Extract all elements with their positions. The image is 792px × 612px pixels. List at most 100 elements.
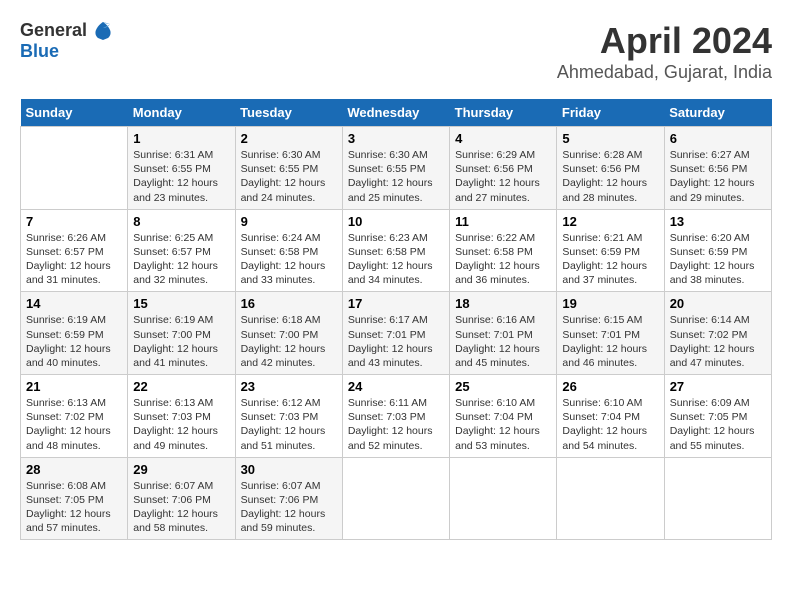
day-cell: 9 Sunrise: 6:24 AMSunset: 6:58 PMDaylight… xyxy=(235,209,342,292)
day-cell xyxy=(557,457,664,540)
day-cell: 16Sunrise: 6:18 AMSunset: 7:00 PMDayligh… xyxy=(235,292,342,375)
day-number: 30 xyxy=(241,462,337,477)
header-cell-sunday: Sunday xyxy=(21,99,128,127)
day-number: 17 xyxy=(348,296,444,311)
day-details: Sunrise: 6:29 AMSunset: 6:56 PMDaylight:… xyxy=(455,148,551,205)
day-number: 24 xyxy=(348,379,444,394)
day-number: 4 xyxy=(455,131,551,146)
day-details: Sunrise: 6:27 AMSunset: 6:56 PMDaylight:… xyxy=(670,148,766,205)
day-cell: 22 Sunrise: 6:13 AMSunset: 7:03 PMDayligh… xyxy=(128,375,235,458)
day-details: Sunrise: 6:20 AMSunset: 6:59 PMDaylight:… xyxy=(670,231,766,288)
day-number: 14 xyxy=(26,296,122,311)
day-number: 9 xyxy=(241,214,337,229)
calendar-table: SundayMondayTuesdayWednesdayThursdayFrid… xyxy=(20,99,772,540)
day-cell: 18 Sunrise: 6:16 AMSunset: 7:01 PMDayligh… xyxy=(450,292,557,375)
day-details: Sunrise: 6:21 AMSunset: 6:59 PMDaylight:… xyxy=(562,231,658,288)
logo-text: General Blue xyxy=(20,20,112,62)
day-details: Sunrise: 6:24 AMSunset: 6:58 PMDaylight:… xyxy=(241,231,337,288)
day-cell: 11 Sunrise: 6:22 AMSunset: 6:58 PMDayligh… xyxy=(450,209,557,292)
day-number: 1 xyxy=(133,131,229,146)
day-cell xyxy=(664,457,771,540)
day-number: 5 xyxy=(562,131,658,146)
day-number: 25 xyxy=(455,379,551,394)
day-details: Sunrise: 6:13 AMSunset: 7:02 PMDaylight:… xyxy=(26,396,122,453)
day-number: 21 xyxy=(26,379,122,394)
day-number: 23 xyxy=(241,379,337,394)
day-details: Sunrise: 6:19 AMSunset: 7:00 PMDaylight:… xyxy=(133,313,229,370)
day-cell xyxy=(450,457,557,540)
header-cell-saturday: Saturday xyxy=(664,99,771,127)
day-details: Sunrise: 6:17 AMSunset: 7:01 PMDaylight:… xyxy=(348,313,444,370)
day-details: Sunrise: 6:28 AMSunset: 6:56 PMDaylight:… xyxy=(562,148,658,205)
day-number: 20 xyxy=(670,296,766,311)
main-title: April 2024 xyxy=(557,20,772,62)
header-cell-friday: Friday xyxy=(557,99,664,127)
day-number: 3 xyxy=(348,131,444,146)
day-cell: 4 Sunrise: 6:29 AMSunset: 6:56 PMDaylight… xyxy=(450,127,557,210)
day-number: 13 xyxy=(670,214,766,229)
day-details: Sunrise: 6:07 AMSunset: 7:06 PMDaylight:… xyxy=(241,479,337,536)
day-cell: 29 Sunrise: 6:07 AMSunset: 7:06 PMDayligh… xyxy=(128,457,235,540)
logo: General Blue xyxy=(20,20,112,62)
day-number: 18 xyxy=(455,296,551,311)
header-row: SundayMondayTuesdayWednesdayThursdayFrid… xyxy=(21,99,772,127)
day-details: Sunrise: 6:08 AMSunset: 7:05 PMDaylight:… xyxy=(26,479,122,536)
logo-line1: General xyxy=(20,20,112,42)
day-details: Sunrise: 6:07 AMSunset: 7:06 PMDaylight:… xyxy=(133,479,229,536)
day-cell: 7 Sunrise: 6:26 AMSunset: 6:57 PMDaylight… xyxy=(21,209,128,292)
day-details: Sunrise: 6:22 AMSunset: 6:58 PMDaylight:… xyxy=(455,231,551,288)
day-details: Sunrise: 6:11 AMSunset: 7:03 PMDaylight:… xyxy=(348,396,444,453)
logo-line2: Blue xyxy=(20,42,112,62)
title-area: April 2024 Ahmedabad, Gujarat, India xyxy=(557,20,772,83)
day-number: 16 xyxy=(241,296,337,311)
day-cell xyxy=(21,127,128,210)
day-details: Sunrise: 6:16 AMSunset: 7:01 PMDaylight:… xyxy=(455,313,551,370)
day-number: 29 xyxy=(133,462,229,477)
day-cell: 19 Sunrise: 6:15 AMSunset: 7:01 PMDayligh… xyxy=(557,292,664,375)
logo-bird-icon xyxy=(94,20,112,42)
day-cell: 27 Sunrise: 6:09 AMSunset: 7:05 PMDayligh… xyxy=(664,375,771,458)
day-number: 2 xyxy=(241,131,337,146)
week-row-1: 1Sunrise: 6:31 AMSunset: 6:55 PMDaylight… xyxy=(21,127,772,210)
day-number: 28 xyxy=(26,462,122,477)
header-cell-wednesday: Wednesday xyxy=(342,99,449,127)
day-cell: 13 Sunrise: 6:20 AMSunset: 6:59 PMDayligh… xyxy=(664,209,771,292)
day-cell: 24 Sunrise: 6:11 AMSunset: 7:03 PMDayligh… xyxy=(342,375,449,458)
day-number: 11 xyxy=(455,214,551,229)
day-cell: 28 Sunrise: 6:08 AMSunset: 7:05 PMDayligh… xyxy=(21,457,128,540)
day-cell: 8 Sunrise: 6:25 AMSunset: 6:57 PMDaylight… xyxy=(128,209,235,292)
day-details: Sunrise: 6:12 AMSunset: 7:03 PMDaylight:… xyxy=(241,396,337,453)
day-cell: 23 Sunrise: 6:12 AMSunset: 7:03 PMDayligh… xyxy=(235,375,342,458)
day-number: 27 xyxy=(670,379,766,394)
day-number: 19 xyxy=(562,296,658,311)
day-cell: 6 Sunrise: 6:27 AMSunset: 6:56 PMDaylight… xyxy=(664,127,771,210)
day-number: 6 xyxy=(670,131,766,146)
day-details: Sunrise: 6:30 AMSunset: 6:55 PMDaylight:… xyxy=(241,148,337,205)
day-cell: 5 Sunrise: 6:28 AMSunset: 6:56 PMDaylight… xyxy=(557,127,664,210)
day-cell: 21 Sunrise: 6:13 AMSunset: 7:02 PMDayligh… xyxy=(21,375,128,458)
day-details: Sunrise: 6:09 AMSunset: 7:05 PMDaylight:… xyxy=(670,396,766,453)
week-row-4: 21 Sunrise: 6:13 AMSunset: 7:02 PMDayligh… xyxy=(21,375,772,458)
day-number: 8 xyxy=(133,214,229,229)
day-cell xyxy=(342,457,449,540)
day-cell: 14Sunrise: 6:19 AMSunset: 6:59 PMDayligh… xyxy=(21,292,128,375)
day-details: Sunrise: 6:25 AMSunset: 6:57 PMDaylight:… xyxy=(133,231,229,288)
day-details: Sunrise: 6:13 AMSunset: 7:03 PMDaylight:… xyxy=(133,396,229,453)
day-number: 7 xyxy=(26,214,122,229)
week-row-5: 28 Sunrise: 6:08 AMSunset: 7:05 PMDayligh… xyxy=(21,457,772,540)
day-details: Sunrise: 6:26 AMSunset: 6:57 PMDaylight:… xyxy=(26,231,122,288)
day-cell: 15Sunrise: 6:19 AMSunset: 7:00 PMDayligh… xyxy=(128,292,235,375)
header-cell-tuesday: Tuesday xyxy=(235,99,342,127)
day-details: Sunrise: 6:15 AMSunset: 7:01 PMDaylight:… xyxy=(562,313,658,370)
day-details: Sunrise: 6:10 AMSunset: 7:04 PMDaylight:… xyxy=(455,396,551,453)
calendar-header: SundayMondayTuesdayWednesdayThursdayFrid… xyxy=(21,99,772,127)
day-number: 22 xyxy=(133,379,229,394)
header-cell-thursday: Thursday xyxy=(450,99,557,127)
day-cell: 12Sunrise: 6:21 AMSunset: 6:59 PMDayligh… xyxy=(557,209,664,292)
day-details: Sunrise: 6:10 AMSunset: 7:04 PMDaylight:… xyxy=(562,396,658,453)
day-cell: 30 Sunrise: 6:07 AMSunset: 7:06 PMDayligh… xyxy=(235,457,342,540)
calendar-body: 1Sunrise: 6:31 AMSunset: 6:55 PMDaylight… xyxy=(21,127,772,540)
day-details: Sunrise: 6:14 AMSunset: 7:02 PMDaylight:… xyxy=(670,313,766,370)
subtitle: Ahmedabad, Gujarat, India xyxy=(557,62,772,83)
week-row-2: 7 Sunrise: 6:26 AMSunset: 6:57 PMDaylight… xyxy=(21,209,772,292)
